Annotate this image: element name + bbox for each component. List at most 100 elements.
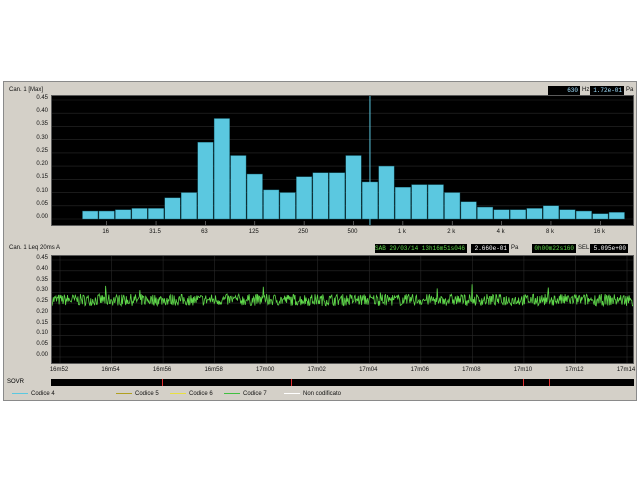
spectrum-x-tick: 63 bbox=[201, 229, 208, 235]
spectrum-y-tick: 0.05 bbox=[36, 200, 48, 207]
spectrum-bar bbox=[460, 201, 477, 220]
spectrum-bar bbox=[411, 184, 428, 220]
spectrum-x-tick: 8 k bbox=[545, 229, 554, 235]
legend-item[interactable]: Codice 6 bbox=[170, 391, 213, 397]
time-x-tick: 17m08 bbox=[462, 367, 481, 373]
legend-swatch bbox=[284, 392, 300, 394]
time-plot[interactable] bbox=[51, 255, 634, 364]
spectrum-x-tick: 500 bbox=[347, 229, 358, 235]
time-x-tick: 16m52 bbox=[49, 367, 69, 373]
spectrum-bar bbox=[526, 208, 543, 220]
legend-item[interactable]: Codice 5 bbox=[116, 391, 159, 397]
spectrum-bar bbox=[312, 172, 329, 220]
spectrum-y-tick: 0.00 bbox=[36, 214, 48, 220]
spectrum-x-tick: 2 k bbox=[447, 229, 456, 235]
spectrum-bar bbox=[575, 210, 592, 220]
legend-label: Codice 4 bbox=[31, 391, 55, 397]
sovr-mark bbox=[290, 379, 292, 386]
code-legend: Codice 4 Codice 5 Codice 6 Codice 7 Non codi… bbox=[4, 389, 636, 400]
legend-swatch bbox=[116, 392, 132, 394]
time-x-tick: 16m54 bbox=[101, 367, 120, 373]
legend-label: Non codificato bbox=[303, 391, 342, 397]
spectrum-bar bbox=[197, 142, 214, 220]
legend-label: Codice 5 bbox=[135, 391, 159, 397]
sovr-mark bbox=[548, 379, 550, 386]
spectrum-bar bbox=[131, 208, 148, 220]
legend-swatch bbox=[12, 392, 28, 394]
time-channel-label: Can. 1 Leq 20ms A bbox=[9, 245, 61, 251]
time-y-tick: 0.35 bbox=[36, 276, 48, 283]
spectrum-y-tick: 0.20 bbox=[36, 161, 48, 168]
spectrum-y-tick: 0.45 bbox=[36, 95, 48, 101]
time-x-tick: 17m10 bbox=[513, 367, 533, 373]
spectrum-plot[interactable] bbox=[51, 95, 634, 226]
leq-value-readout: 2.660e-01 bbox=[471, 244, 509, 253]
analyzer-window: Can. 1 [Max] 630 Hz 1.72e-01 Pa 0.45 0.40… bbox=[3, 81, 637, 401]
sel-label: SEL bbox=[578, 245, 590, 251]
spectrum-bar bbox=[493, 209, 510, 220]
time-y-tick: 0.30 bbox=[36, 287, 48, 294]
cursor-level-readout: 1.72e-01 bbox=[590, 86, 624, 95]
time-y-tick: 0.25 bbox=[36, 298, 48, 305]
spectrum-bar bbox=[230, 155, 247, 220]
spectrum-bar bbox=[427, 184, 444, 220]
spectrum-x-tick: 16 bbox=[102, 229, 110, 235]
spectrum-chart bbox=[52, 96, 633, 225]
sel-value-readout: 5.095e+00 bbox=[590, 244, 628, 253]
time-x-tick: 17m04 bbox=[359, 367, 378, 373]
sovr-mark bbox=[162, 379, 164, 386]
spectrum-bar bbox=[394, 187, 411, 220]
spectrum-bar bbox=[378, 165, 395, 220]
sovr-mark bbox=[522, 379, 524, 386]
time-y-tick: 0.45 bbox=[36, 255, 48, 261]
spectrum-x-tick: 31.5 bbox=[149, 229, 161, 235]
time-y-tick: 0.05 bbox=[36, 341, 48, 348]
spectrum-channel-label: Can. 1 [Max] bbox=[9, 87, 44, 93]
spectrum-bar bbox=[181, 192, 197, 220]
spectrum-bar bbox=[279, 192, 296, 220]
spectrum-bar bbox=[246, 173, 263, 220]
spectrum-bar bbox=[345, 155, 362, 220]
spectrum-bar bbox=[510, 209, 526, 220]
spectrum-bar bbox=[213, 118, 230, 220]
legend-label: Codice 7 bbox=[243, 391, 267, 397]
legend-label: Codice 6 bbox=[189, 391, 213, 397]
legend-item[interactable]: Codice 7 bbox=[224, 391, 267, 397]
time-history-chart bbox=[52, 256, 633, 363]
spectrum-y-tick: 0.15 bbox=[36, 174, 48, 181]
time-x-tick: 17m12 bbox=[565, 367, 584, 373]
cursor-frequency-readout: 630 bbox=[548, 86, 580, 95]
spectrum-y-tick: 0.10 bbox=[36, 187, 48, 194]
time-y-tick: 0.20 bbox=[36, 308, 48, 315]
spectrum-bar bbox=[543, 205, 559, 220]
spectrum-bar bbox=[115, 209, 132, 220]
duration-readout: 0h00m22s160 bbox=[532, 244, 576, 253]
time-x-tick: 17m02 bbox=[307, 367, 326, 373]
spectrum-bar bbox=[329, 172, 345, 220]
time-x-tick: 17m00 bbox=[255, 367, 275, 373]
spectrum-y-tick: 0.35 bbox=[36, 121, 48, 128]
spectrum-x-tick: 1 k bbox=[397, 229, 406, 235]
legend-swatch bbox=[224, 392, 240, 394]
spectrum-bar bbox=[263, 189, 280, 220]
spectrum-bar bbox=[477, 206, 494, 220]
time-x-tick: 16m58 bbox=[204, 367, 223, 373]
legend-swatch bbox=[170, 392, 186, 394]
spectrum-y-tick: 0.40 bbox=[36, 108, 48, 115]
spectrum-x-tick: 125 bbox=[248, 229, 259, 235]
time-x-tick: 17m14 bbox=[616, 367, 636, 373]
spectrum-bar bbox=[164, 197, 181, 220]
time-header: Can. 1 Leq 20ms A SAB 29/03/14 13h16m51s… bbox=[4, 242, 636, 255]
spectrum-bar bbox=[444, 192, 461, 220]
legend-item[interactable]: Non codificato bbox=[284, 391, 341, 397]
spectrum-y-tick: 0.30 bbox=[36, 134, 48, 141]
frequency-unit: Hz bbox=[582, 87, 590, 93]
spectrum-bar bbox=[82, 210, 99, 220]
time-x-tick: 16m56 bbox=[152, 367, 172, 373]
sovr-label: SOVR bbox=[7, 379, 25, 385]
spectrum-bar bbox=[296, 176, 313, 220]
legend-item[interactable]: Codice 4 bbox=[12, 391, 55, 397]
sovr-strip: SOVR bbox=[4, 378, 636, 388]
time-y-tick: 0.40 bbox=[36, 265, 48, 272]
time-y-tick: 0.15 bbox=[36, 319, 48, 326]
